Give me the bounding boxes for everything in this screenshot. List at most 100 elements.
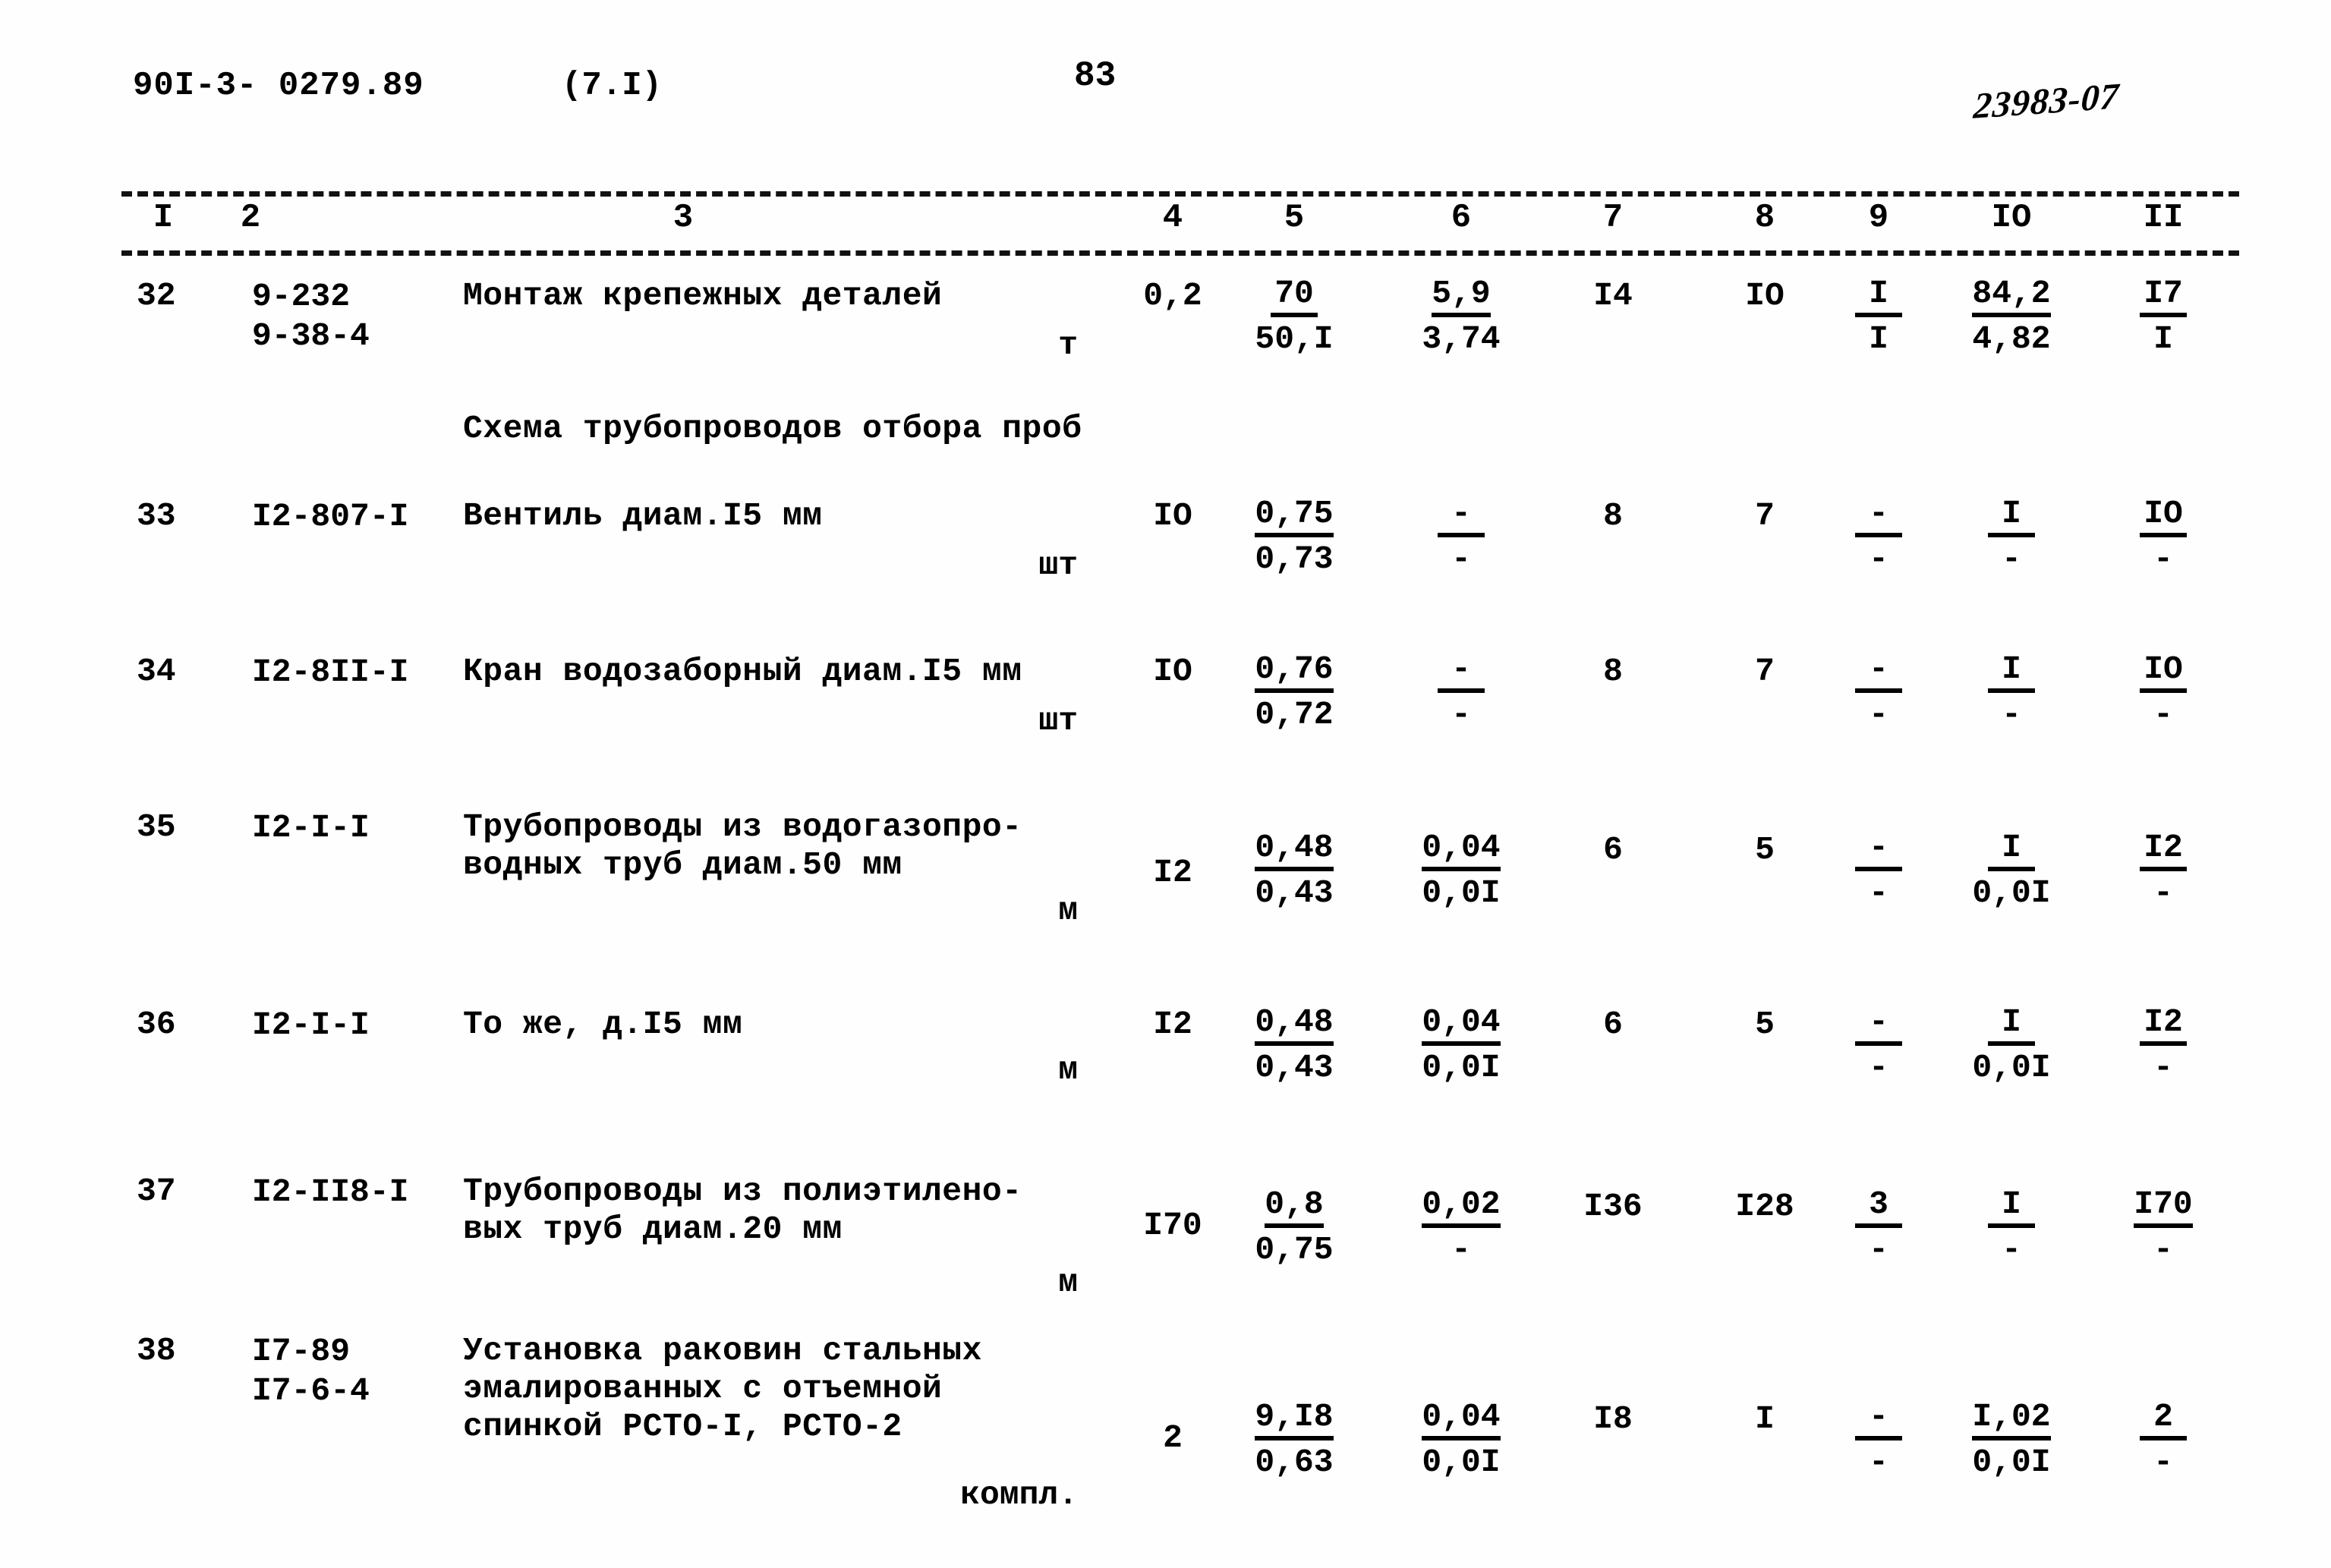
cell-col7: 8 — [1603, 653, 1623, 690]
cell-description: Кран водозаборный диам.I5 мм — [463, 653, 1222, 691]
fraction-denominator: 0,72 — [1255, 695, 1334, 733]
fraction-denominator: 0,0I — [1972, 1048, 2051, 1086]
cell-quantity: IO — [1153, 497, 1192, 534]
description-line-1: Установка раковин стальных — [463, 1332, 982, 1369]
fraction-denominator: 50,I — [1255, 320, 1334, 357]
cell-col8: 7 — [1755, 653, 1775, 690]
fraction-numerator: I70 — [2134, 1185, 2193, 1223]
fraction-denominator: 0,0I — [1422, 1048, 1501, 1086]
fraction-denominator: - — [2153, 1230, 2173, 1268]
description-line-2: водных труб диам.50 мм — [463, 845, 902, 883]
cell-col7: 6 — [1603, 831, 1623, 868]
fraction-denominator: 4,82 — [1972, 320, 2051, 357]
cell-quantity: IO — [1153, 653, 1192, 690]
fraction-denominator: 0,0I — [1422, 874, 1501, 912]
fraction-numerator: 0,76 — [1255, 650, 1334, 688]
cell-col10: I,02 0,0I — [1947, 1400, 2076, 1482]
fraction-denominator: 0,63 — [1255, 1443, 1334, 1481]
description-line-1: Трубопроводы из полиэтилено- — [463, 1173, 1022, 1210]
fraction-numerator: I — [2002, 829, 2021, 866]
fraction-denominator: - — [2153, 540, 2173, 578]
document-variant: (7.I) — [562, 67, 663, 105]
norm-code-line-1: I2-II8-I — [252, 1173, 409, 1211]
cell-row-number: 38 — [137, 1332, 176, 1369]
cell-quantity: I2 — [1153, 854, 1192, 891]
fraction-numerator: I — [1869, 275, 1888, 312]
cell-norm-code: I2-I-I — [252, 808, 370, 848]
fraction-denominator: - — [2002, 695, 2021, 733]
cell-col11: I2 - — [2110, 1006, 2216, 1088]
fraction-denominator: - — [2153, 1048, 2173, 1086]
cell-col10: I 0,0I — [1947, 831, 2076, 913]
fraction-denominator: - — [1869, 540, 1888, 578]
archive-stamp: 23983-07 — [1972, 76, 2121, 127]
cell-col10: 84,2 4,82 — [1947, 277, 2076, 359]
cell-col7: 6 — [1603, 1006, 1623, 1043]
cell-col8: I — [1755, 1400, 1775, 1437]
page-header: 90I-3- 0279.89 (7.I) 83 23983-07 — [0, 56, 2331, 127]
fraction-denominator: 0,0I — [1422, 1443, 1501, 1481]
cell-quantity: 0,2 — [1143, 277, 1202, 314]
description-line-1: Монтаж крепежных деталей — [463, 277, 943, 314]
column-header-8: 8 — [1754, 199, 1775, 237]
fraction-denominator: - — [2153, 695, 2173, 733]
column-header-3: 3 — [673, 199, 694, 237]
cell-col6: -- — [1400, 497, 1522, 579]
fraction-denominator: - — [1869, 1443, 1888, 1481]
cell-description: Установка раковин стальных эмалированных … — [463, 1332, 1222, 1446]
norm-code-line-1: I2-I-I — [252, 1006, 370, 1044]
fraction-denominator: - — [2002, 540, 2021, 578]
cell-quantity: I70 — [1143, 1207, 1202, 1244]
fraction-denominator: - — [2153, 1443, 2173, 1481]
description-line-1: Трубопроводы из водогазопро- — [463, 808, 1022, 845]
table-rule-top — [121, 191, 2239, 197]
description-line-2: вых труб диам.20 мм — [463, 1210, 843, 1248]
cell-row-number: 37 — [137, 1173, 176, 1210]
cell-col6: -- — [1400, 653, 1522, 735]
cell-norm-code: 9-232 9-38-4 — [252, 277, 370, 357]
cell-norm-code: I2-II8-I — [252, 1173, 408, 1212]
column-header-4: 4 — [1162, 199, 1183, 237]
fraction-numerator: I2 — [2144, 1003, 2183, 1041]
cell-row-number: 33 — [137, 497, 176, 534]
fraction-numerator: IO — [2144, 495, 2183, 532]
norm-code-line-2: I7-6-4 — [252, 1372, 370, 1410]
cell-col7: I36 — [1583, 1188, 1643, 1225]
fraction-numerator: I — [2002, 495, 2021, 532]
cell-quantity: 2 — [1163, 1419, 1183, 1456]
cell-col5: 70 50,I — [1230, 277, 1359, 359]
cell-col5: 0,76 0,72 — [1230, 653, 1359, 735]
column-header-II: II — [2143, 199, 2184, 237]
norm-code-line-1: 9-232 — [252, 278, 351, 315]
cell-col9: -- — [1833, 1400, 1924, 1482]
fraction-numerator: - — [1451, 495, 1471, 532]
fraction-denominator: - — [1869, 1230, 1888, 1268]
cell-col9: 3- — [1833, 1188, 1924, 1270]
cell-col11: 2- — [2110, 1400, 2216, 1482]
fraction-denominator: I — [1869, 320, 1888, 357]
fraction-numerator: 3 — [1869, 1185, 1888, 1223]
cell-description: Трубопроводы из полиэтилено-вых труб диа… — [463, 1173, 1222, 1248]
fraction-denominator: - — [1451, 1230, 1471, 1268]
cell-description: Трубопроводы из водогазопро-водных труб … — [463, 808, 1222, 884]
fraction-numerator: I7 — [2144, 275, 2183, 312]
cell-col8: I28 — [1735, 1188, 1794, 1225]
cell-col10: I- — [1947, 497, 2076, 579]
fraction-numerator: - — [1869, 1398, 1888, 1435]
cell-col7: 8 — [1603, 497, 1623, 534]
norm-code-line-1: I2-807-I — [252, 498, 409, 535]
fraction-denominator: - — [1869, 1048, 1888, 1086]
cell-unit: т — [1058, 326, 1078, 364]
fraction-numerator: 0,02 — [1422, 1185, 1501, 1223]
fraction-numerator: - — [1451, 650, 1471, 688]
table-rule-bottom — [121, 250, 2239, 256]
fraction-denominator: 0,0I — [1972, 874, 2051, 912]
fraction-denominator: 0,43 — [1255, 874, 1334, 912]
description-line-2: эмалированных с отъемной — [463, 1369, 943, 1407]
cell-unit: шт — [1038, 546, 1078, 584]
cell-description: Монтаж крепежных деталей — [463, 277, 1222, 315]
fraction-denominator: - — [2002, 1230, 2021, 1268]
fraction-numerator: 0,04 — [1422, 829, 1501, 866]
cell-col10: I 0,0I — [1947, 1006, 2076, 1088]
cell-unit: шт — [1038, 702, 1078, 739]
